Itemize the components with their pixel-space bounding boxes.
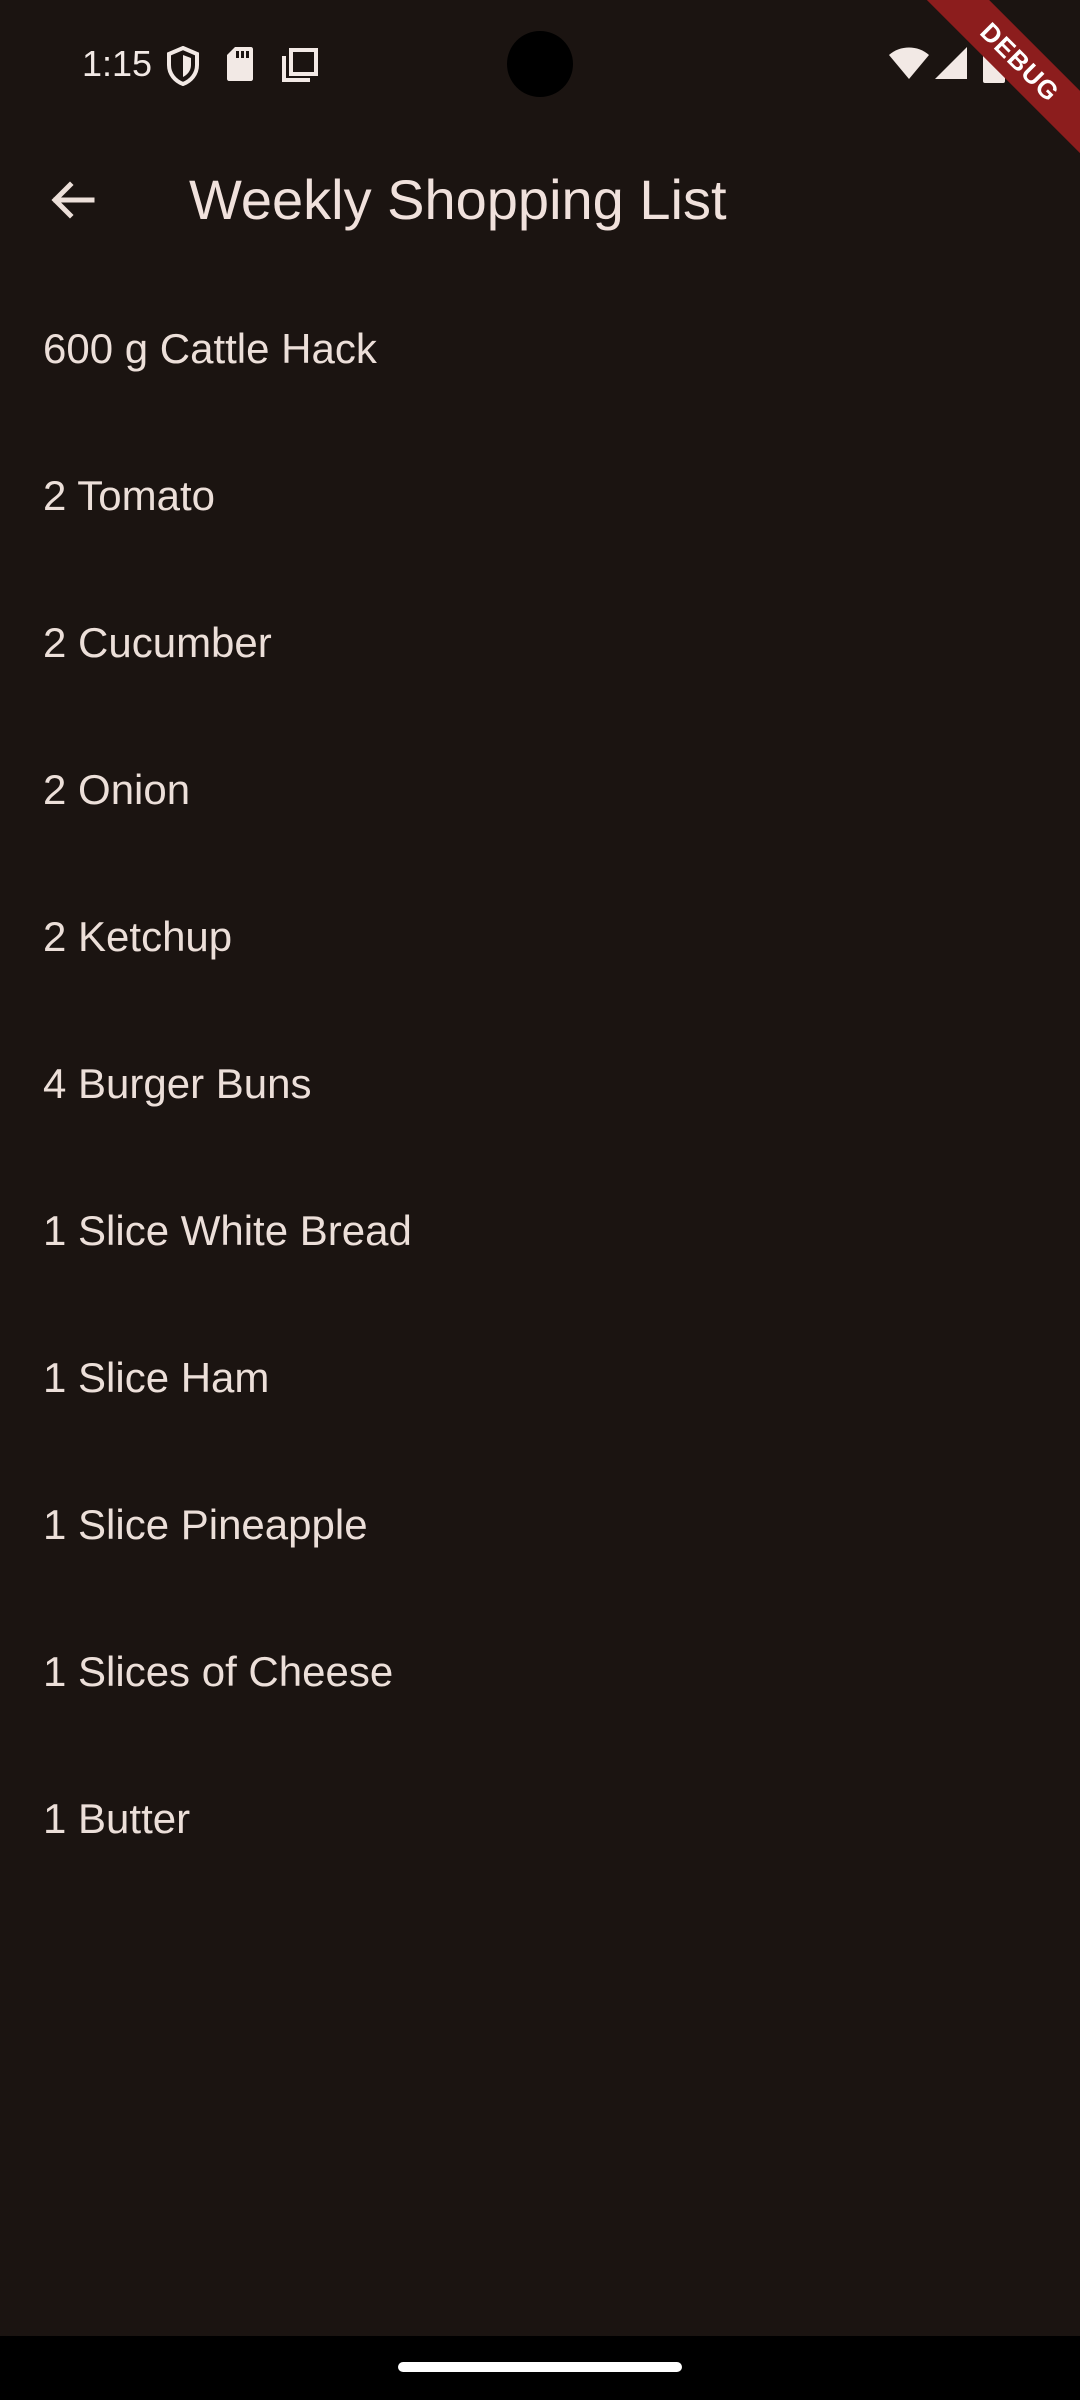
wifi-icon [889, 47, 929, 79]
shield-icon [167, 46, 199, 86]
list-item-label: 1 Slice Ham [43, 1353, 270, 1401]
list-item-label: 4 Burger Buns [43, 1059, 312, 1107]
list-item-label: 1 Slice White Bread [43, 1206, 412, 1254]
list-item-label: 2 Ketchup [43, 912, 233, 960]
list-item[interactable]: 1 Butter [0, 1745, 1080, 1892]
list-item[interactable]: 1 Slices of Cheese [0, 1598, 1080, 1745]
list-item[interactable]: 1 Slice Pineapple [0, 1451, 1080, 1598]
list-item[interactable]: 1 Slice Ham [0, 1304, 1080, 1451]
list-item-label: 1 Slice Pineapple [43, 1500, 368, 1548]
list-item-label: 2 Cucumber [43, 618, 272, 666]
list-item-label: 2 Onion [43, 765, 191, 813]
list-item-label: 1 Slices of Cheese [43, 1647, 394, 1695]
shopping-list: 600 g Cattle Hack 2 Tomato 2 Cucumber 2 … [0, 275, 1080, 1892]
list-item[interactable]: 2 Onion [0, 716, 1080, 863]
list-item[interactable]: 1 Slice White Bread [0, 1157, 1080, 1304]
arrow-back-icon [51, 181, 95, 219]
front-camera [507, 31, 573, 97]
page-title: Weekly Shopping List [189, 168, 727, 231]
list-item[interactable]: 600 g Cattle Hack [0, 275, 1080, 422]
back-button[interactable] [30, 158, 114, 242]
list-item-label: 1 Butter [43, 1794, 191, 1842]
cellular-signal-icon [935, 47, 967, 79]
app-bar: Weekly Shopping List [0, 128, 1080, 272]
copy-icon [282, 48, 318, 82]
home-gesture-handle[interactable] [398, 2362, 682, 2372]
status-bar: 1:15 [0, 0, 1080, 128]
list-item[interactable]: 2 Cucumber [0, 569, 1080, 716]
list-item[interactable]: 2 Ketchup [0, 863, 1080, 1010]
navigation-bar [0, 2336, 1080, 2400]
list-item-label: 2 Tomato [43, 471, 215, 519]
battery-icon [983, 40, 1005, 83]
status-time: 1:15 [82, 43, 153, 84]
list-item[interactable]: 2 Tomato [0, 422, 1080, 569]
list-item[interactable]: 4 Burger Buns [0, 1010, 1080, 1157]
list-item-label: 600 g Cattle Hack [43, 324, 377, 372]
sd-card-icon [227, 47, 253, 81]
